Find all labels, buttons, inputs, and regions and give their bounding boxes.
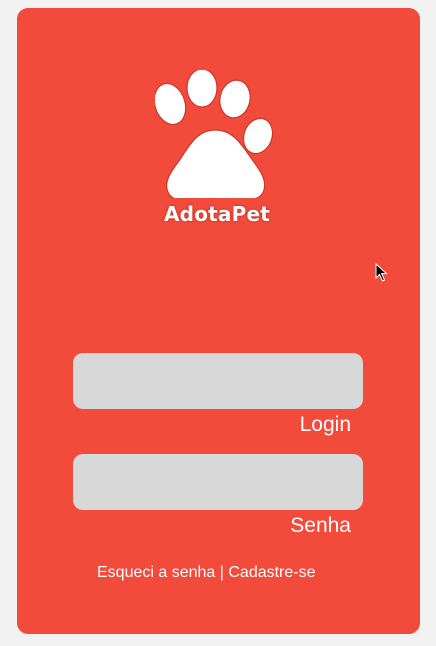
password-label: Senha bbox=[290, 514, 351, 537]
brand-name: AdotaPet bbox=[164, 202, 270, 226]
login-label: Login bbox=[299, 413, 351, 436]
signup-link[interactable]: Cadastre-se bbox=[228, 564, 315, 581]
account-links: Esqueci a senha | Cadastre-se bbox=[97, 564, 316, 582]
password-input[interactable] bbox=[73, 454, 363, 510]
adotapet-logo: AdotaPet bbox=[155, 70, 279, 240]
forgot-password-link[interactable]: Esqueci a senha bbox=[97, 564, 215, 581]
mouse-pointer-icon bbox=[375, 263, 388, 282]
links-separator: | bbox=[215, 564, 229, 581]
login-card: AdotaPet Login Senha Esqueci a senha | C… bbox=[17, 8, 420, 634]
login-input[interactable] bbox=[73, 353, 363, 409]
paw-icon bbox=[155, 70, 274, 198]
